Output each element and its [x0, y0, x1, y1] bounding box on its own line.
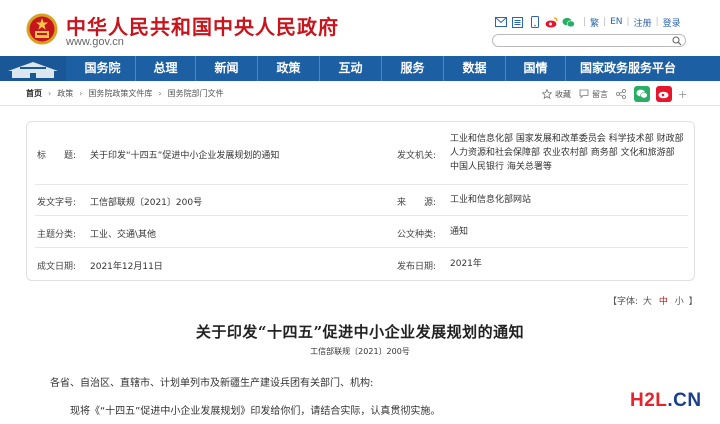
plus-icon[interactable]: + [678, 88, 687, 101]
comment-button[interactable]: 留言 [579, 89, 608, 100]
wechat-icon[interactable] [562, 16, 575, 28]
weibo-icon[interactable] [545, 16, 558, 28]
tiananmen-icon [8, 62, 58, 78]
source-value: 工业和信息化部网站 [450, 195, 532, 205]
title-label: 标 题: [37, 151, 77, 161]
h2l-watermark: H2L.CN [630, 390, 702, 412]
document-info-table: 标 题: 关于印发“十四五”促进中小企业发展规划的通知 发文机关: 工业和信息化… [26, 121, 695, 281]
favorite-button[interactable]: 收藏 [542, 89, 571, 100]
nav-premier[interactable]: 总理 [136, 56, 196, 81]
nav-news[interactable]: 新闻 [196, 56, 258, 81]
weibo-share-icon[interactable] [656, 86, 672, 102]
date-label: 成文日期: [37, 262, 77, 272]
star-icon [542, 89, 552, 99]
nav-service-platform[interactable]: 国家政务服务平台 [566, 56, 690, 81]
english-link[interactable]: EN [610, 17, 622, 27]
chevron-right-icon: › [79, 89, 83, 98]
font-size-large[interactable]: 大 [643, 297, 652, 307]
comment-icon [579, 89, 589, 99]
traditional-chinese-link[interactable]: 繁 [590, 16, 599, 29]
share-icon[interactable] [616, 89, 626, 99]
docno-label: 发文字号: [37, 198, 77, 208]
top-links: | 繁 | EN | 注册 | 登录 [494, 14, 681, 30]
main-nav: 国务院 总理 新闻 政策 互动 服务 数据 国情 国家政务服务平台 [0, 56, 720, 81]
docno-value: 工信部联规〔2021〕200号 [90, 198, 203, 208]
nav-interaction[interactable]: 互动 [320, 56, 382, 81]
article-paragraph: 各省、自治区、直辖市、计划单列市及新疆生产建设兵团有关部门、机构: [50, 378, 374, 389]
breadcrumb: 首页 › 政策 › 国务院政策文件库 › 国务院部门文件 [26, 88, 224, 99]
mobile-icon[interactable] [528, 16, 541, 28]
breadcrumb-policy[interactable]: 政策 [57, 88, 73, 99]
nav-logo[interactable] [0, 56, 66, 81]
article-paragraph: 现将《“十四五”促进中小企业发展规划》印发给你们，请结合实际，认真贯彻实施。 [70, 406, 441, 417]
article-docno: 工信部联规〔2021〕200号 [310, 347, 410, 356]
issuer-value: 工业和信息化部 国家发展和改革委员会 科学技术部 财政部 人力资源和社会保障部 … [450, 134, 684, 172]
search-input[interactable] [501, 42, 671, 53]
chevron-right-icon: › [48, 89, 52, 98]
article-title: 关于印发“十四五”促进中小企业发展规划的通知 [195, 323, 525, 341]
divider [35, 247, 688, 248]
search-box [492, 34, 686, 53]
nav-state-council[interactable]: 国务院 [70, 56, 136, 81]
font-size-medium[interactable]: 中 [659, 297, 668, 307]
breadcrumb-bar: 首页 › 政策 › 国务院政策文件库 › 国务院部门文件 收藏 留言 + [0, 82, 720, 106]
nav-national-info[interactable]: 国情 [506, 56, 566, 81]
pubdate-value: 2021年 [450, 259, 482, 269]
divider [35, 215, 688, 216]
nav-policy[interactable]: 政策 [258, 56, 320, 81]
share-tools: 收藏 留言 + [542, 86, 687, 102]
nav-data[interactable]: 数据 [444, 56, 506, 81]
wechat-share-icon[interactable] [634, 86, 650, 102]
divider [35, 184, 688, 185]
type-value: 通知 [450, 227, 469, 237]
font-size-label: 【字体: [608, 297, 639, 307]
register-link[interactable]: 注册 [634, 16, 652, 29]
watermark-part-1: H2L [630, 390, 668, 411]
date-value: 2021年12月11日 [90, 262, 163, 272]
site-url: www.gov.cn [66, 36, 124, 48]
font-size-close: 】 [688, 297, 698, 307]
topic-label: 主题分类: [37, 230, 77, 240]
sitemap-icon[interactable] [511, 16, 524, 28]
type-label: 公文种类: [397, 230, 437, 240]
pubdate-label: 发布日期: [397, 262, 437, 272]
font-size-switcher: 【字体: 大 中 小 】 [608, 294, 698, 307]
font-size-small[interactable]: 小 [675, 297, 684, 307]
breadcrumb-policy-library[interactable]: 国务院政策文件库 [88, 88, 152, 99]
national-emblem-icon [26, 13, 58, 45]
favorite-label: 收藏 [555, 89, 571, 99]
site-header: 中华人民共和国中央人民政府 www.gov.cn | 繁 | EN | 注册 |… [0, 0, 720, 55]
nav-service[interactable]: 服务 [382, 56, 444, 81]
breadcrumb-department-docs[interactable]: 国务院部门文件 [168, 88, 224, 99]
title-value: 关于印发“十四五”促进中小企业发展规划的通知 [90, 151, 280, 161]
comment-label: 留言 [592, 89, 608, 99]
mail-icon[interactable] [494, 16, 507, 28]
nav-items: 国务院 总理 新闻 政策 互动 服务 数据 国情 国家政务服务平台 [70, 56, 690, 81]
login-link[interactable]: 登录 [663, 16, 681, 29]
issuer-label: 发文机关: [397, 151, 437, 161]
search-icon[interactable] [672, 36, 682, 46]
topic-value: 工业、交通\其他 [90, 230, 157, 240]
breadcrumb-home[interactable]: 首页 [26, 88, 42, 99]
watermark-part-2: .CN [667, 390, 702, 411]
chevron-right-icon: › [158, 89, 162, 98]
source-label: 来 源: [397, 198, 437, 208]
